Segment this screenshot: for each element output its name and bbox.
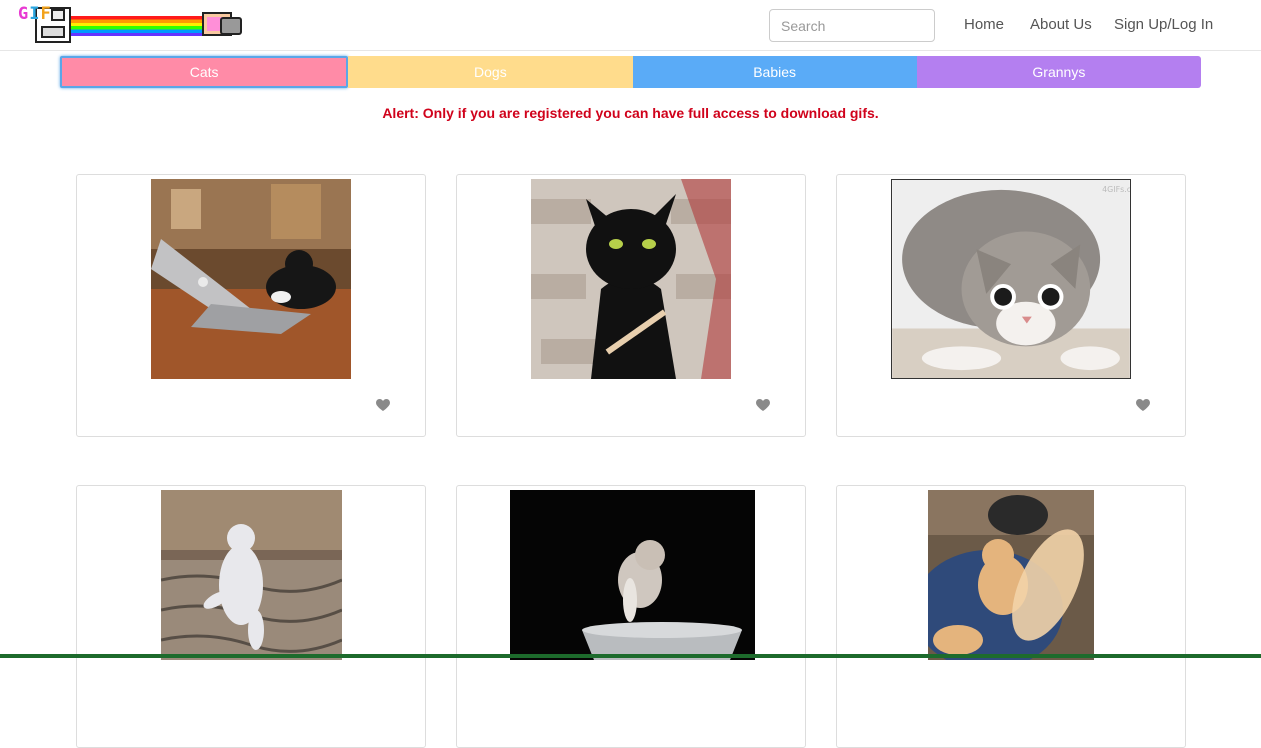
heart-icon[interactable] [755,397,771,413]
gif-card [456,485,806,748]
navbar: GIF Home About Us Sign Up/Log In [0,0,1261,51]
gif-image-black-cat-nail-file[interactable] [531,179,731,379]
gif-logo[interactable]: GIF [18,4,246,48]
nyan-cat-icon [202,9,242,39]
heart-icon[interactable] [375,397,391,413]
search-input[interactable] [769,9,935,42]
tab-cats[interactable]: Cats [60,56,349,88]
rainbow-trail [70,16,206,36]
gif-watermark: 4GIFs.com [1102,185,1130,194]
nav-about-us[interactable]: About Us [1030,16,1092,33]
category-tabs: Cats Dogs Babies Grannys [60,56,1201,88]
gif-image-kitten-bucket[interactable] [510,490,755,660]
tab-dogs[interactable]: Dogs [348,56,633,88]
gif-card [76,174,426,437]
bottom-border [0,654,1261,658]
heart-icon[interactable] [1135,397,1151,413]
gif-image-white-cat-dancing[interactable] [161,490,342,660]
gif-card [76,485,426,748]
gif-card [836,485,1186,748]
nav-sign-up-log-in[interactable]: Sign Up/Log In [1114,16,1213,33]
gif-card: 4GIFs.com [836,174,1186,437]
gif-image-orange-cat[interactable] [928,490,1094,660]
registration-alert: Alert: Only if you are registered you ca… [382,105,879,121]
gif-card [456,174,806,437]
gif-image-cat-laptop[interactable] [151,179,351,379]
gif-image-tabby-cat[interactable]: 4GIFs.com [891,179,1131,379]
logo-text: GIF [18,4,52,24]
tab-babies[interactable]: Babies [632,56,917,88]
tab-grannys[interactable]: Grannys [916,56,1201,88]
nav-home[interactable]: Home [964,16,1004,33]
